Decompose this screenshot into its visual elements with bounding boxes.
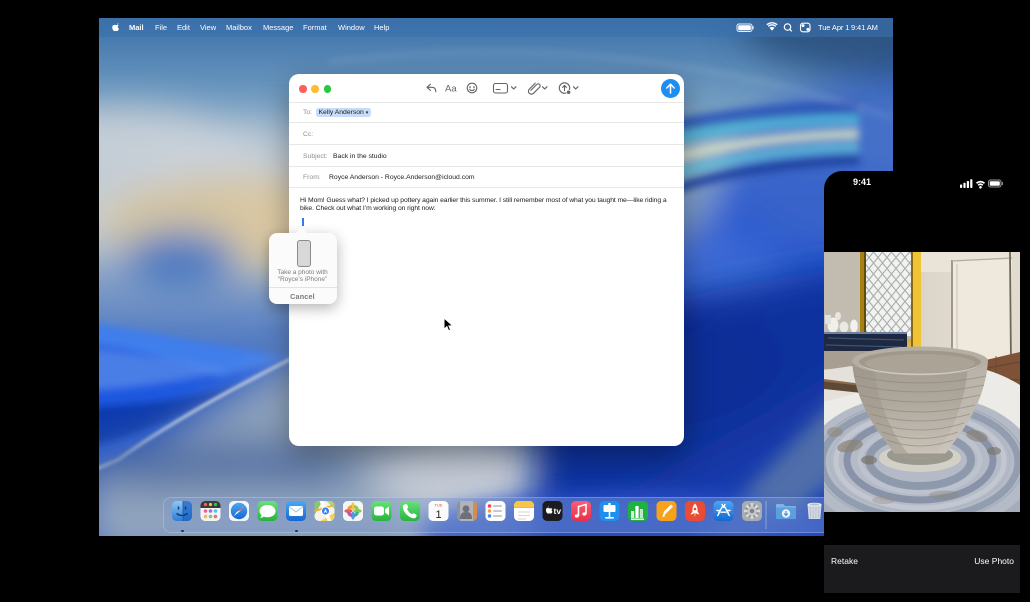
svg-text:1: 1: [435, 509, 441, 521]
svg-text:TUE: TUE: [435, 502, 443, 507]
svg-text:Aa: Aa: [445, 84, 457, 95]
svg-text:tv: tv: [554, 506, 562, 516]
